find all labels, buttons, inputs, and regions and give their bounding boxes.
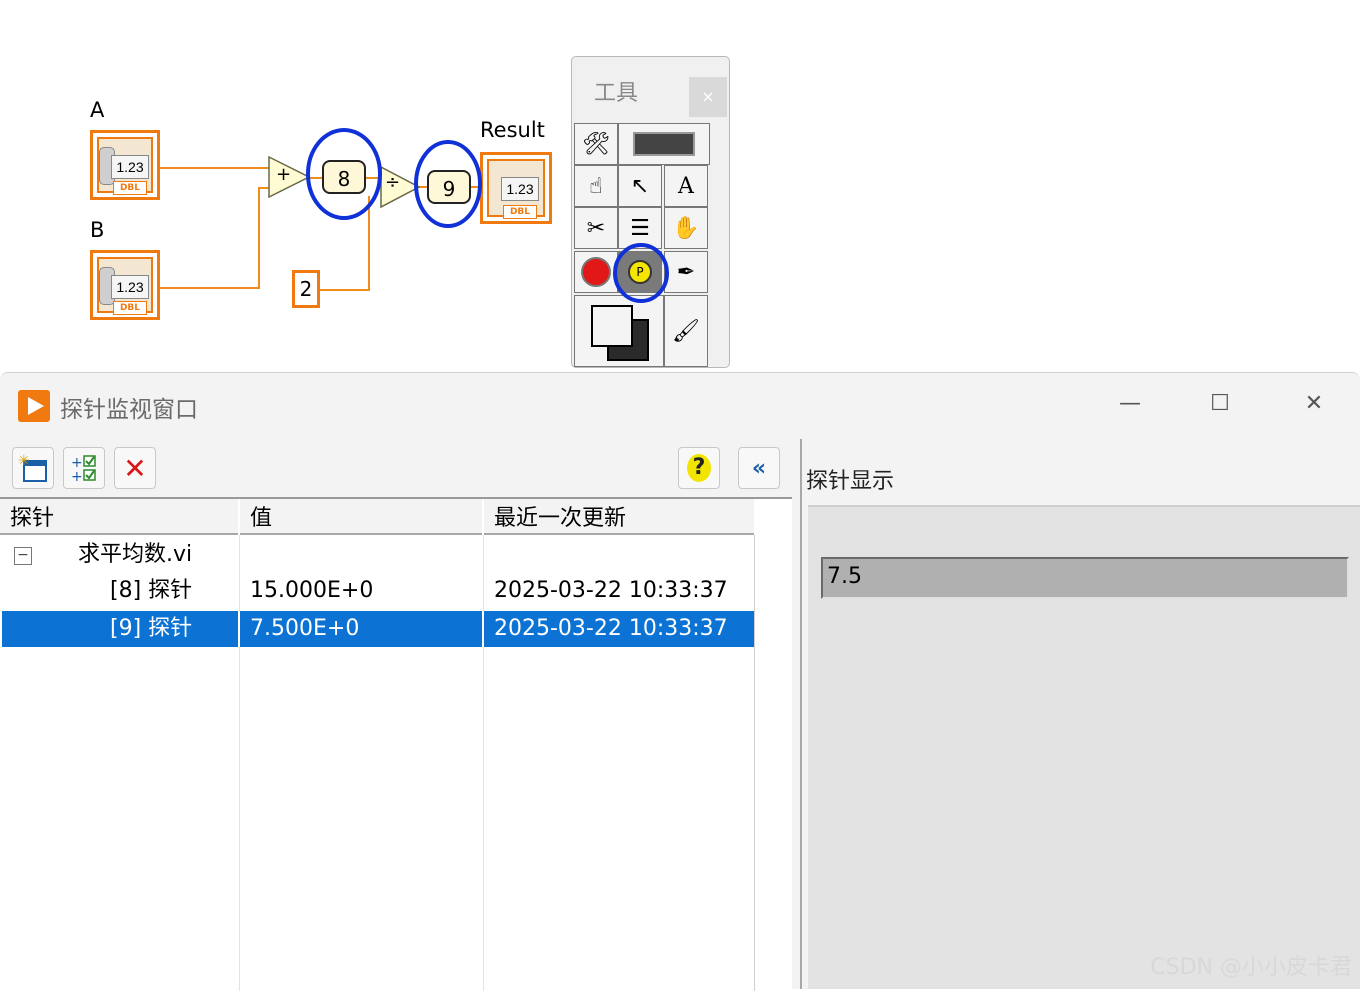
control-b-type: DBL <box>113 301 147 315</box>
probe-updated: 2025-03-22 10:33:37 <box>494 616 728 641</box>
label-b: B <box>90 218 105 242</box>
checklist-icon: + + <box>71 455 96 483</box>
annotation-circle-probe <box>613 243 669 303</box>
add-probe-button[interactable]: + + <box>63 447 105 489</box>
help-question-icon: ? <box>687 454 711 482</box>
probe-display-pane: 探针显示 7.5 <box>800 439 1360 989</box>
control-b[interactable]: 1.23 DBL <box>90 250 160 320</box>
add-symbol: + <box>276 164 292 185</box>
probe-watch-window: 探针监视窗口 — ☐ ✕ ✳ + + ✕ ? « 探针 值 最近一次更新 − 求… <box>0 372 1360 991</box>
operate-hand-icon[interactable]: ☝ <box>574 165 618 207</box>
control-a[interactable]: 1.23 DBL <box>90 130 160 200</box>
result-type: DBL <box>503 205 537 219</box>
help-button[interactable]: ? <box>678 447 720 489</box>
paintbrush-icon[interactable]: 🖌 <box>664 295 708 367</box>
palette-close-button[interactable]: × <box>689 77 727 117</box>
palette-title: 工具 <box>594 81 639 106</box>
tree-collapse-toggle[interactable]: − <box>14 547 32 565</box>
control-b-value: 1.23 <box>111 275 149 299</box>
auto-tool-icon[interactable]: 🛠 <box>574 123 618 165</box>
result-indicator[interactable]: 1.23 DBL <box>480 152 552 224</box>
probe-updated: 2025-03-22 10:33:37 <box>494 578 728 603</box>
tree-root-vi[interactable]: 求平均数.vi <box>78 537 192 573</box>
pointer-icon[interactable]: ↖ <box>618 165 662 207</box>
column-header-updated[interactable]: 最近一次更新 <box>484 499 754 535</box>
window-title: 探针监视窗口 <box>60 397 198 423</box>
labview-app-icon <box>18 390 50 422</box>
probe-display-title: 探针显示 <box>806 469 895 494</box>
result-value: 1.23 <box>501 177 539 201</box>
delete-probe-button[interactable]: ✕ <box>114 447 156 489</box>
wire-b-v <box>258 187 260 289</box>
color-swatch-icon[interactable] <box>574 295 664 367</box>
new-probe-button[interactable]: ✳ <box>12 447 54 489</box>
probe-name: [9] 探针 <box>110 616 193 641</box>
control-a-value: 1.23 <box>111 155 149 179</box>
auto-select-toggle[interactable] <box>618 123 710 165</box>
tools-palette: 工具 × 🛠 ☝ ↖ A ✂ ☰ ✋ P ✒ 🖌 <box>571 56 730 368</box>
close-button[interactable]: ✕ <box>1294 387 1334 421</box>
watermark: CSDN @小小皮卡君 <box>1150 955 1352 980</box>
probe-list: 探针 值 最近一次更新 − 求平均数.vi [8] 探针 15.000E+0 2… <box>0 497 792 991</box>
probe-display-value: 7.5 <box>821 557 1349 599</box>
column-header-probe[interactable]: 探针 <box>0 499 238 535</box>
probe-value: 7.500E+0 <box>250 616 360 641</box>
wire-b-h <box>160 287 260 289</box>
text-tool-icon[interactable]: A <box>664 165 708 207</box>
double-chevron-left-icon: « <box>751 455 767 481</box>
probe-display-body: 7.5 <box>808 505 1360 989</box>
minimize-button[interactable]: — <box>1110 387 1150 421</box>
new-window-icon: ✳ <box>18 453 47 482</box>
wire-a <box>160 167 270 169</box>
wire-const <box>318 289 370 291</box>
svg-text:✳: ✳ <box>18 453 30 469</box>
probe-name: [8] 探针 <box>110 578 193 603</box>
maximize-button[interactable]: ☐ <box>1200 387 1240 421</box>
probe-value: 15.000E+0 <box>250 578 374 603</box>
svg-text:+: + <box>71 469 83 483</box>
control-a-type: DBL <box>113 181 147 195</box>
label-a: A <box>90 98 105 122</box>
constant-2[interactable]: 2 <box>292 270 320 308</box>
column-header-value[interactable]: 值 <box>240 499 482 535</box>
annotation-circles <box>306 128 482 228</box>
delete-x-icon: ✕ <box>123 451 147 485</box>
collapse-panel-button[interactable]: « <box>738 447 780 489</box>
